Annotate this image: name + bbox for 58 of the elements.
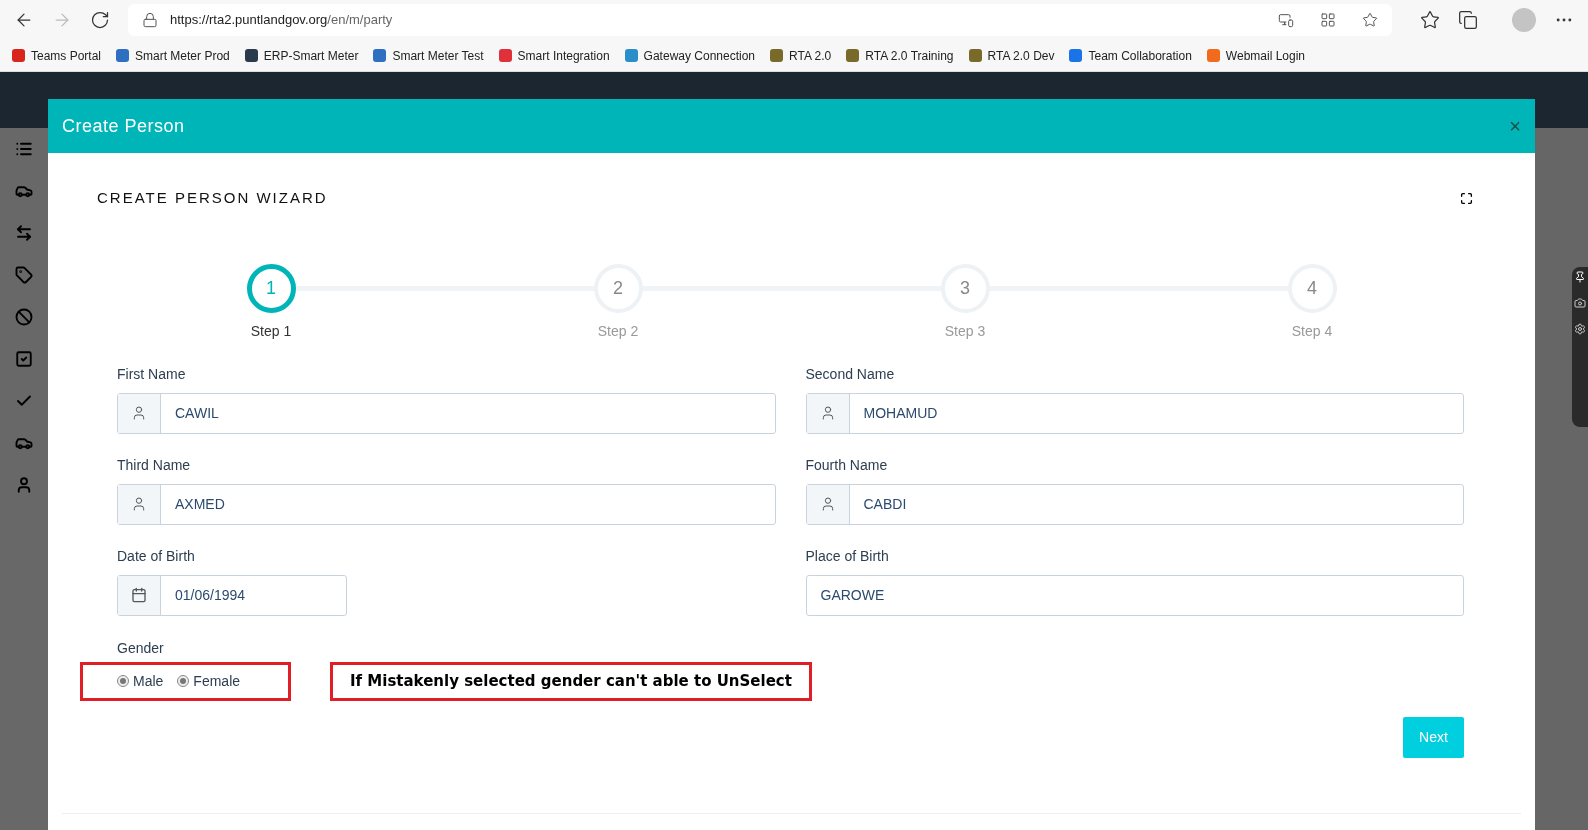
step-label: Step 1 bbox=[250, 321, 292, 341]
bookmark-link[interactable]: RTA 2.0 bbox=[770, 46, 832, 65]
person-icon[interactable] bbox=[15, 476, 33, 494]
field-label: Fourth Name bbox=[805, 455, 889, 475]
bookmark-link[interactable]: Webmail Login bbox=[1206, 46, 1305, 65]
reload-icon[interactable] bbox=[90, 10, 110, 30]
device-icon[interactable] bbox=[1278, 12, 1294, 28]
star-icon[interactable] bbox=[1362, 12, 1378, 28]
bookmark-link[interactable]: ERP-Smart Meter bbox=[244, 46, 359, 65]
wizard-title: CREATE PERSON WIZARD bbox=[97, 188, 328, 208]
camera-icon[interactable] bbox=[1574, 297, 1586, 309]
radio-button[interactable] bbox=[117, 675, 129, 687]
field-label: Place of Birth bbox=[805, 546, 890, 566]
url-text: https://rta2.puntlandgov.org/en/m/party bbox=[170, 11, 394, 30]
input-field[interactable]: CABDI bbox=[805, 483, 1464, 525]
field-label: Date of Birth bbox=[117, 546, 196, 566]
bookmark-link[interactable]: RTA 2.0 Training bbox=[846, 46, 954, 65]
arrows-icon[interactable] bbox=[15, 224, 33, 242]
step-label: Step 2 bbox=[597, 321, 639, 341]
field-label: Gender bbox=[117, 639, 164, 656]
bookmark-link[interactable]: Smart Meter Test bbox=[373, 46, 484, 65]
fullscreen-icon[interactable] bbox=[1460, 191, 1473, 205]
radio-option[interactable]: Male bbox=[117, 670, 164, 692]
person-icon bbox=[131, 496, 147, 512]
address-bar[interactable]: https://rta2.puntlandgov.org/en/m/party bbox=[128, 4, 1392, 36]
input-field[interactable]: CAWIL bbox=[117, 392, 776, 434]
lock-icon bbox=[142, 12, 158, 28]
favorites-icon[interactable] bbox=[1420, 10, 1440, 30]
input-field[interactable]: AXMED bbox=[117, 483, 776, 525]
bookmark-link[interactable]: Smart Integration bbox=[498, 46, 610, 65]
list-icon[interactable] bbox=[15, 140, 33, 158]
step-label: Step 4 bbox=[1291, 321, 1333, 341]
radio-option[interactable]: Female bbox=[177, 670, 241, 692]
bookmark-link[interactable]: Teams Portal bbox=[12, 46, 102, 65]
pin-icon[interactable] bbox=[1574, 271, 1586, 283]
ban-icon[interactable] bbox=[15, 308, 33, 326]
field-label: Second Name bbox=[805, 364, 896, 384]
bookmark-link[interactable]: Team Collaboration bbox=[1069, 46, 1192, 65]
tag-icon[interactable] bbox=[15, 266, 33, 284]
bookmark-link[interactable]: Gateway Connection bbox=[624, 46, 755, 65]
input-field[interactable]: 01/06/1994 bbox=[117, 574, 347, 616]
input-field[interactable]: GAROWE bbox=[805, 574, 1464, 616]
grid-icon[interactable] bbox=[1320, 12, 1336, 28]
person-icon bbox=[131, 405, 147, 421]
bookmark-link[interactable]: Smart Meter Prod bbox=[116, 46, 230, 65]
gear-icon[interactable] bbox=[1574, 323, 1586, 335]
radio-button[interactable] bbox=[177, 675, 190, 687]
collections-icon[interactable] bbox=[1458, 10, 1478, 30]
calendar-icon bbox=[131, 587, 147, 603]
step-label: Step 3 bbox=[944, 321, 986, 341]
field-label: Third Name bbox=[117, 455, 192, 475]
annotation-text: If Mistakenly selected gender can't able to UnSelect bbox=[350, 670, 792, 692]
checkbox-icon[interactable] bbox=[15, 350, 33, 368]
field-label: First Name bbox=[117, 364, 187, 384]
input-field[interactable]: MOHAMUD bbox=[805, 392, 1464, 434]
bookmark-link[interactable]: RTA 2.0 Dev bbox=[968, 46, 1055, 65]
modal-title: Create Person bbox=[62, 114, 185, 138]
close-button[interactable]: × bbox=[1509, 116, 1521, 136]
